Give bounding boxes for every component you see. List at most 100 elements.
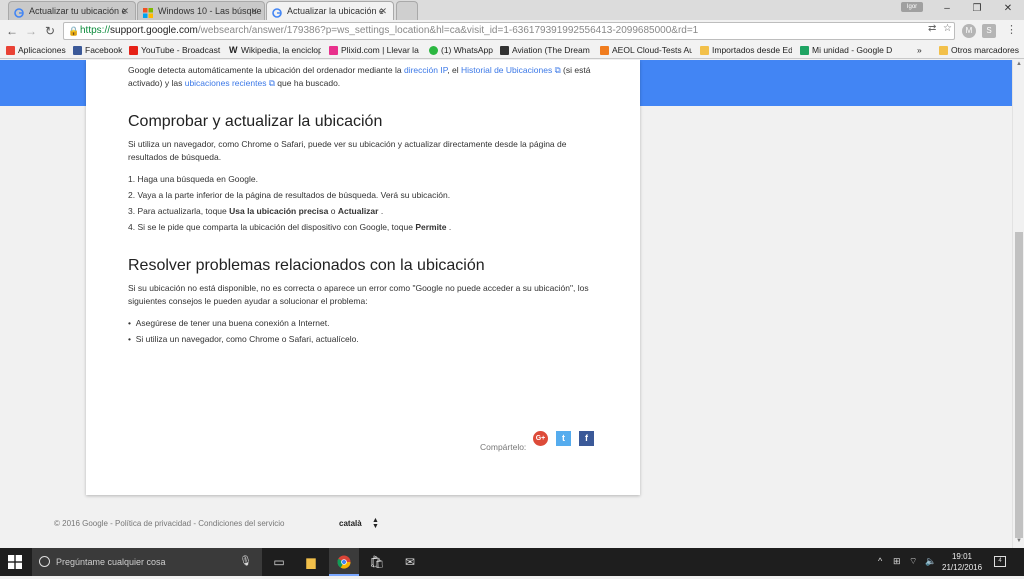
- page-scrollbar[interactable]: ▲ ▼: [1012, 60, 1024, 548]
- bookmark-label: AEOL Cloud-Tests Aut: [612, 45, 692, 55]
- language-selector[interactable]: català ▲ ▼: [339, 517, 379, 530]
- secure-lock-icon: 🔒: [68, 26, 80, 36]
- windows-start-icon[interactable]: [8, 555, 22, 569]
- user-profile-badge[interactable]: Igor: [901, 2, 923, 12]
- twitter-share-icon[interactable]: t: [556, 431, 571, 446]
- reload-icon[interactable]: ↻: [43, 23, 57, 39]
- action-center-icon[interactable]: 4: [994, 556, 1006, 567]
- mail-icon[interactable]: ✉: [395, 548, 425, 576]
- external-link-icon: ⧉: [554, 65, 561, 75]
- step-4: 4. Si se le pide que comparta la ubicaci…: [128, 219, 451, 235]
- chrome-taskbar-icon[interactable]: [329, 548, 359, 576]
- file-explorer-icon[interactable]: ▆: [296, 548, 326, 576]
- bookmark-label: Wikipedia, la enciclop: [241, 45, 321, 55]
- article-card: Google detecta automáticamente la ubicac…: [86, 60, 640, 495]
- bookmark-importados[interactable]: Importados desde Ed: [700, 44, 792, 57]
- bookmark-whatsapp[interactable]: (1) WhatsApp: [429, 44, 495, 57]
- step-text: 4. Si se le pide que comparta la ubicaci…: [128, 222, 413, 232]
- page-footer: © 2016 Google - Política de privacidad -…: [54, 519, 284, 528]
- section-title-check-update: Comprobar y actualizar la ubicación: [128, 113, 383, 130]
- back-arrow-icon[interactable]: ←: [5, 23, 19, 39]
- scroll-down-arrow-icon[interactable]: ▼: [1015, 538, 1023, 544]
- copyright-text: © 2016 Google: [54, 519, 108, 528]
- bookmark-label: Aplicaciones: [18, 45, 66, 55]
- store-icon[interactable]: 🛍: [362, 548, 392, 576]
- tab-title: Actualizar tu ubicación e: [29, 6, 127, 16]
- close-tab-icon[interactable]: ✕: [250, 2, 258, 20]
- clock-date: 21/12/2016: [942, 563, 983, 572]
- show-hidden-icons-chevron-icon[interactable]: ^: [878, 556, 882, 566]
- recent-locations-link[interactable]: ubicaciones recientes: [185, 78, 267, 88]
- bookmark-label: Mi unidad - Google D: [812, 45, 892, 55]
- extension-icon[interactable]: S: [982, 24, 996, 38]
- scrollbar-thumb[interactable]: [1015, 232, 1023, 538]
- new-tab-button[interactable]: [396, 1, 418, 20]
- bookmark-plixid[interactable]: Plixid.com | Llevar la: [329, 44, 421, 57]
- wikipedia-icon: W: [229, 45, 238, 55]
- bookmark-aplicaciones[interactable]: Aplicaciones: [6, 44, 68, 57]
- cortana-icon: [39, 556, 50, 567]
- browser-toolbar: ← → ↻ 🔒 https://support.google.com/websea…: [0, 20, 1024, 42]
- google-favicon-icon: [14, 6, 24, 18]
- wifi-icon[interactable]: ⌔: [909, 556, 917, 567]
- scroll-up-arrow-icon[interactable]: ▲: [1015, 61, 1023, 67]
- section-title-troubleshoot: Resolver problemas relacionados con la u…: [128, 257, 485, 274]
- terms-of-service-link[interactable]: Condiciones del servicio: [198, 519, 284, 528]
- task-view-icon[interactable]: ▭: [264, 548, 294, 576]
- system-clock[interactable]: 19:01 21/12/2016: [942, 551, 982, 573]
- ip-address-link[interactable]: dirección IP: [404, 65, 447, 75]
- up-down-chevron-icon: ▲ ▼: [372, 517, 379, 530]
- translate-icon[interactable]: ⇄: [928, 23, 936, 34]
- bookmark-star-icon[interactable]: ☆: [943, 23, 952, 34]
- tab-actualizar-ubicacion-active[interactable]: Actualizar la ubicación e ✕: [266, 1, 394, 20]
- tab-actualizar-ubicacion-1[interactable]: Actualizar tu ubicación e ✕: [8, 1, 136, 20]
- extension-icon[interactable]: M: [962, 24, 976, 38]
- google-drive-icon: [800, 46, 809, 55]
- tab-windows-10[interactable]: Windows 10 - Las búsque ✕: [137, 1, 265, 20]
- tips-list: • Asegúrese de tener una buena conexión …: [128, 315, 359, 347]
- close-window-button[interactable]: ✕: [993, 0, 1023, 20]
- tab-title: Actualizar la ubicación e: [287, 6, 385, 16]
- search-placeholder: Pregúntame cualquier cosa: [56, 557, 166, 567]
- location-history-link[interactable]: Historial de Ubicaciones: [461, 65, 552, 75]
- bookmark-aeol[interactable]: AEOL Cloud-Tests Aut: [600, 44, 692, 57]
- close-tab-icon[interactable]: ✕: [379, 2, 387, 20]
- address-bar[interactable]: 🔒 https://support.google.com/websearch/an…: [63, 22, 955, 40]
- url-path: /websearch/answer/179386?p=ws_settings_l…: [197, 25, 699, 36]
- tip-text: Asegúrese de tener una buena conexión a …: [135, 318, 330, 328]
- page-viewport: Google detecta automáticamente la ubicac…: [0, 60, 1012, 548]
- bookmark-label: YouTube - Broadcast: [141, 45, 221, 55]
- clock-time: 19:01: [951, 552, 973, 561]
- folder-icon: [700, 46, 709, 55]
- volume-icon[interactable]: 🔈: [925, 556, 936, 567]
- other-bookmarks[interactable]: Otros marcadores: [939, 44, 1021, 57]
- google-plus-share-icon[interactable]: G+: [533, 431, 548, 446]
- privacy-policy-link[interactable]: Política de privacidad: [115, 519, 191, 528]
- network-status-icon[interactable]: ⊞: [893, 556, 901, 567]
- chrome-menu-icon[interactable]: ⋮: [1006, 23, 1017, 36]
- facebook-share-icon[interactable]: f: [579, 431, 594, 446]
- section-1-paragraph: Si utiliza un navegador, como Chrome o S…: [128, 139, 567, 162]
- step-2: 2. Vaya a la parte inferior de la página…: [128, 190, 451, 200]
- bookmark-facebook[interactable]: Facebook: [73, 44, 123, 57]
- use-precise-location-label: Usa la ubicación precisa: [229, 206, 329, 216]
- bookmark-label: (1) WhatsApp: [441, 45, 493, 55]
- bookmark-youtube[interactable]: YouTube - Broadcast: [129, 44, 221, 57]
- bookmark-mi-unidad[interactable]: Mi unidad - Google D: [800, 44, 892, 57]
- bookmark-wikipedia[interactable]: W Wikipedia, la enciclop: [229, 44, 321, 57]
- bookmark-label: Otros marcadores: [951, 45, 1020, 55]
- step-text: 3. Para actualizarla, toque: [128, 206, 227, 216]
- bookmark-aviation[interactable]: Aviation (The Dream: [500, 44, 592, 57]
- forward-arrow-icon[interactable]: →: [24, 23, 38, 39]
- cortana-search-box[interactable]: Pregúntame cualquier cosa 🎙: [32, 548, 262, 576]
- intro-text: que ha buscado.: [277, 78, 341, 88]
- microphone-icon[interactable]: 🎙: [239, 548, 252, 576]
- close-tab-icon[interactable]: ✕: [121, 2, 129, 20]
- bookmark-label: Plixid.com | Llevar la: [341, 45, 419, 55]
- minimize-button[interactable]: –: [932, 0, 962, 20]
- section-2-paragraph: Si su ubicación no está disponible, no e…: [128, 283, 589, 306]
- aviation-icon: [500, 46, 509, 55]
- bookmarks-overflow-button[interactable]: »: [917, 44, 929, 57]
- plixid-icon: [329, 46, 338, 55]
- maximize-button[interactable]: ❐: [962, 0, 992, 20]
